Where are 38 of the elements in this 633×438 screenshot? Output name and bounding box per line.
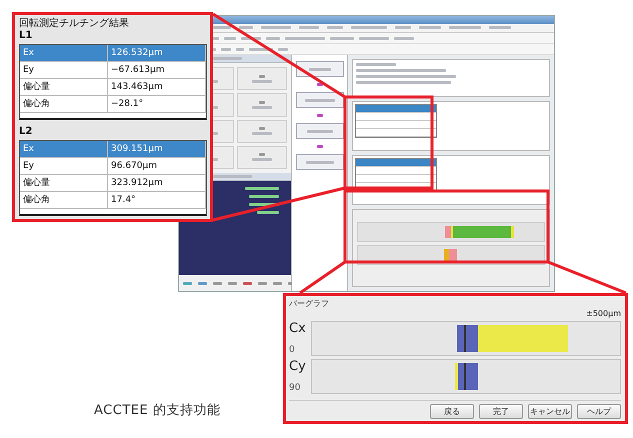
caption: ACCTEE 的支持功能 — [94, 402, 220, 419]
scale-label: ±500μm — [586, 309, 621, 318]
group-label: L1 — [19, 30, 34, 42]
dialog-button[interactable]: ヘルプ — [577, 404, 621, 419]
panel-title: バーグラフ — [289, 298, 330, 309]
table-cell: Ey — [20, 158, 108, 174]
angle-label: 90 — [289, 383, 302, 394]
table-cell: −67.613μm — [108, 62, 206, 78]
dialog-button[interactable]: キャンセル — [528, 404, 572, 419]
group-label: L2 — [19, 126, 34, 138]
table-cell: 偏心量 — [20, 175, 108, 191]
dialog-button[interactable]: 完了 — [479, 404, 523, 419]
table-row[interactable]: 偏心角 17.4° — [20, 192, 206, 209]
table-cell: 143.463μm — [108, 79, 206, 95]
table-cell: Ex — [20, 45, 108, 61]
table-cell: 偏心量 — [20, 79, 108, 95]
table-cell: 126.532μm — [108, 45, 206, 61]
table-row[interactable]: Ey −67.613μm — [20, 62, 206, 79]
table-cell: 偏心角 — [20, 96, 108, 112]
table-cell: 309.151μm — [108, 141, 206, 157]
table-row[interactable]: 偏心量 143.463μm — [20, 79, 206, 96]
dialog-button[interactable]: 戻る — [430, 404, 474, 419]
table-cell: Ex — [20, 141, 108, 157]
axis-label: Cx — [289, 321, 307, 336]
table-row[interactable]: 偏心量 323.912μm — [20, 175, 206, 192]
table-cell: Ey — [20, 62, 108, 78]
table-cell: 323.912μm — [108, 175, 206, 191]
axis-label: Cy — [289, 359, 307, 374]
panel-title: 回転測定チルチング結果 — [19, 17, 130, 30]
table-row[interactable]: Ey 96.670μm — [20, 158, 206, 175]
table-cell: 17.4° — [108, 192, 206, 208]
table-row[interactable]: Ex 309.151μm — [20, 141, 206, 158]
angle-label: 0 — [289, 345, 296, 356]
table-cell: −28.1° — [108, 96, 206, 112]
table-row[interactable]: Ex 126.532μm — [20, 45, 206, 62]
table-cell: 偏心角 — [20, 192, 108, 208]
table-cell: 96.670μm — [108, 158, 206, 174]
table-row[interactable]: 偏心角 −28.1° — [20, 96, 206, 113]
